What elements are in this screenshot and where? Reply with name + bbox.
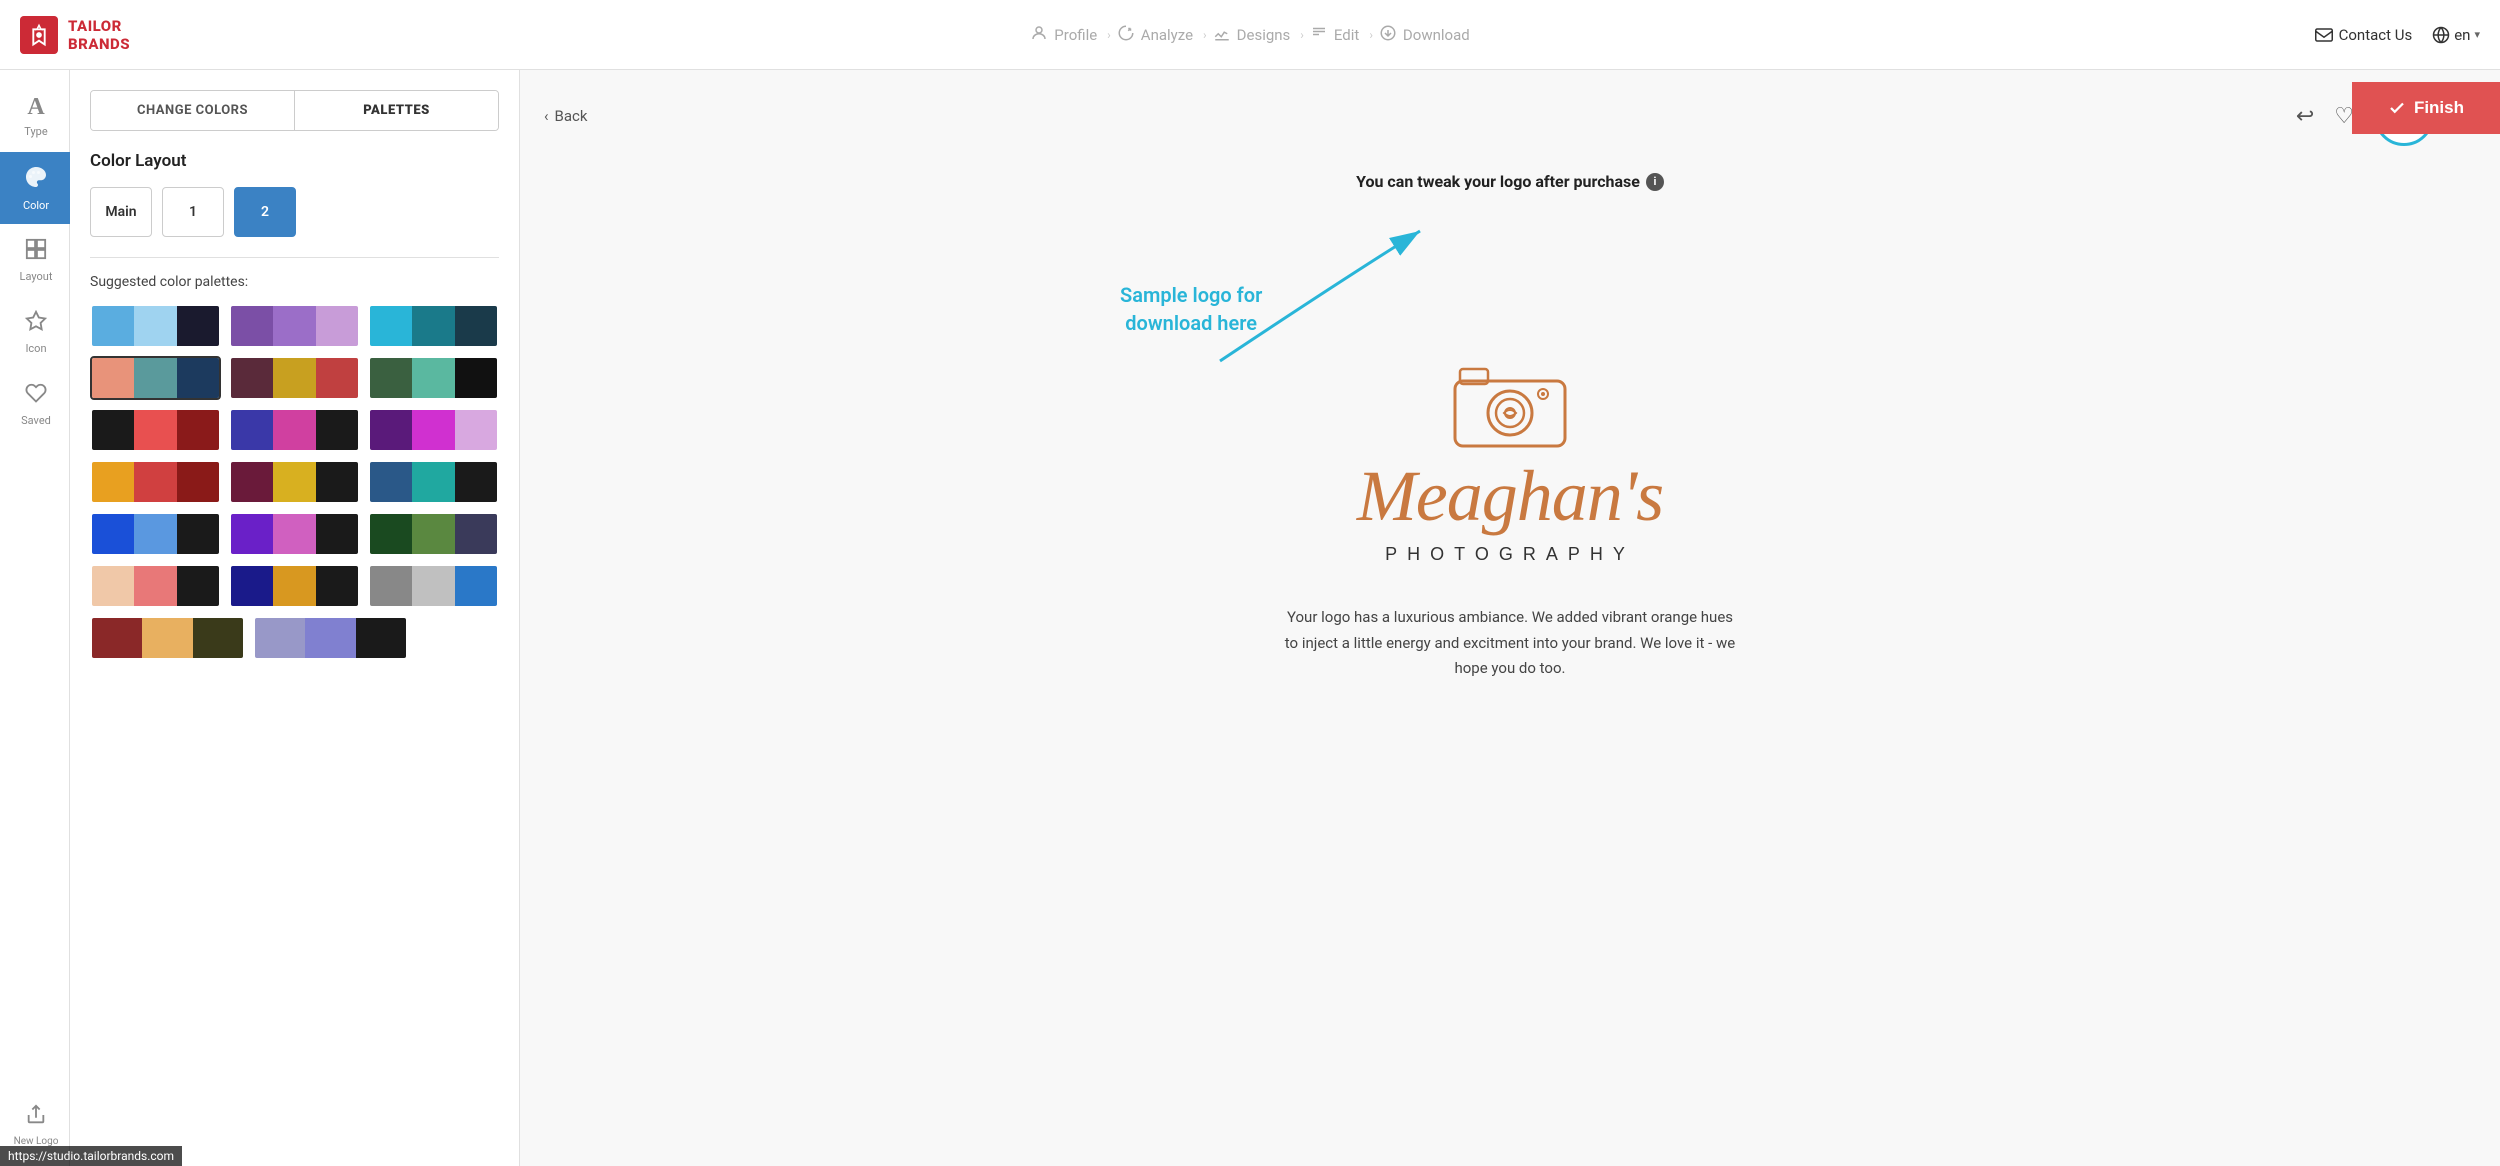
palette-row-7 xyxy=(90,616,499,660)
logo-tagline: PHOTOGRAPHY xyxy=(1385,544,1635,565)
layout-icon xyxy=(25,238,47,266)
designs-chevron: › xyxy=(1300,28,1304,42)
back-arrow-icon: ‹ xyxy=(544,107,549,125)
palette-9[interactable] xyxy=(368,408,499,452)
canvas-content: You can tweak your logo after purchase i… xyxy=(520,162,2500,722)
color-layout-title: Color Layout xyxy=(90,151,499,171)
nav-step-designs[interactable]: Designs › xyxy=(1213,24,1304,46)
palette-2[interactable] xyxy=(229,304,360,348)
brand-logo[interactable]: TAILOR BRANDS xyxy=(20,16,220,54)
palette-12[interactable] xyxy=(368,460,499,504)
nav-steps: Profile › Analyze › Designs › Edit › xyxy=(220,24,2280,46)
layout-options: Main 1 2 xyxy=(90,187,499,237)
suggested-palettes-title: Suggested color palettes: xyxy=(90,274,499,290)
edit-chevron: › xyxy=(1369,28,1373,42)
main-header: TAILOR BRANDS Profile › Analyze › Design… xyxy=(0,0,2500,70)
url-bar: https://studio.tailorbrands.com xyxy=(0,1146,182,1166)
color-icon xyxy=(24,165,48,195)
tab-change-colors[interactable]: CHANGE COLORS xyxy=(91,91,294,130)
palette-row-6 xyxy=(90,564,499,608)
tweak-notice: You can tweak your logo after purchase i xyxy=(1356,172,1664,191)
logo-business-name: Meaghan's xyxy=(1357,455,1663,538)
arrow-annotation xyxy=(1160,201,1480,381)
palette-13[interactable] xyxy=(90,512,221,556)
globe-icon xyxy=(2432,26,2450,44)
sidebar-item-type[interactable]: A Type xyxy=(0,80,70,152)
palette-10[interactable] xyxy=(90,460,221,504)
layout-option-1[interactable]: 1 xyxy=(162,187,224,237)
layout-option-main[interactable]: Main xyxy=(90,187,152,237)
contact-us-link[interactable]: Contact Us xyxy=(2315,26,2413,44)
analyze-icon xyxy=(1117,24,1135,46)
panel-divider xyxy=(90,257,499,258)
layout-option-2[interactable]: 2 xyxy=(234,187,296,237)
palettes-grid xyxy=(90,304,499,660)
designs-icon xyxy=(1213,24,1231,46)
saved-icon xyxy=(25,382,47,410)
palette-19[interactable] xyxy=(90,616,245,660)
profile-chevron: › xyxy=(1107,28,1111,42)
palette-3[interactable] xyxy=(368,304,499,348)
back-button[interactable]: ‹ Back xyxy=(544,107,587,125)
canvas-toolbar: ‹ Back ↩ ♡ Finish xyxy=(520,70,2500,162)
sidebar-item-layout[interactable]: Layout xyxy=(0,224,70,296)
lang-chevron-icon: ▾ xyxy=(2474,28,2480,41)
sidebar-item-icon[interactable]: Icon xyxy=(0,296,70,368)
language-selector[interactable]: en ▾ xyxy=(2432,26,2480,44)
sidebar-item-saved[interactable]: Saved xyxy=(0,368,70,440)
type-icon: A xyxy=(27,94,44,121)
download-icon xyxy=(1379,24,1397,46)
tailor-brands-icon xyxy=(20,16,58,54)
info-icon: i xyxy=(1646,173,1664,191)
canvas-area: ‹ Back ↩ ♡ Finish xyxy=(520,70,2500,1166)
palette-1[interactable] xyxy=(90,304,221,348)
icon-sidebar: A Type Color Layout Icon xyxy=(0,70,70,1166)
nav-step-analyze[interactable]: Analyze › xyxy=(1117,24,1207,46)
palette-row-5 xyxy=(90,512,499,556)
email-icon xyxy=(2315,28,2333,42)
annotation-area: Sample logo for download here xyxy=(1060,201,1960,401)
palette-row-3 xyxy=(90,408,499,452)
color-panel: CHANGE COLORS PALETTES Color Layout Main… xyxy=(70,70,520,1166)
palette-4-selected[interactable] xyxy=(90,356,221,400)
undo-icon[interactable]: ↩ xyxy=(2296,104,2314,129)
palette-row-4 xyxy=(90,460,499,504)
checkmark-icon xyxy=(2388,99,2406,117)
palette-20[interactable] xyxy=(253,616,408,660)
palette-17[interactable] xyxy=(229,564,360,608)
nav-step-profile[interactable]: Profile › xyxy=(1030,24,1110,46)
palette-7[interactable] xyxy=(90,408,221,452)
palette-row-2 xyxy=(90,356,499,400)
palette-18[interactable] xyxy=(368,564,499,608)
finish-button[interactable]: Finish xyxy=(2352,82,2500,134)
palette-15[interactable] xyxy=(368,512,499,556)
profile-icon xyxy=(1030,24,1048,46)
palette-8[interactable] xyxy=(229,408,360,452)
header-right: Contact Us en ▾ xyxy=(2280,26,2480,44)
palette-5[interactable] xyxy=(229,356,360,400)
analyze-chevron: › xyxy=(1203,28,1207,42)
palette-14[interactable] xyxy=(229,512,360,556)
palette-row-1 xyxy=(90,304,499,348)
sidebar-item-color[interactable]: Color xyxy=(0,152,70,224)
palette-11[interactable] xyxy=(229,460,360,504)
main-layout: A Type Color Layout Icon xyxy=(0,70,2500,1166)
logo-description: Your logo has a luxurious ambiance. We a… xyxy=(1280,605,1740,682)
nav-step-download[interactable]: Download xyxy=(1379,24,1470,46)
panel-tabs: CHANGE COLORS PALETTES xyxy=(90,90,499,131)
palette-6[interactable] xyxy=(368,356,499,400)
edit-icon xyxy=(1310,24,1328,46)
icon-icon xyxy=(25,310,47,338)
palette-16[interactable] xyxy=(90,564,221,608)
brand-name: TAILOR BRANDS xyxy=(68,17,130,53)
new-logo-icon xyxy=(25,1104,47,1132)
nav-step-edit[interactable]: Edit › xyxy=(1310,24,1373,46)
tab-palettes[interactable]: PALETTES xyxy=(294,91,498,130)
